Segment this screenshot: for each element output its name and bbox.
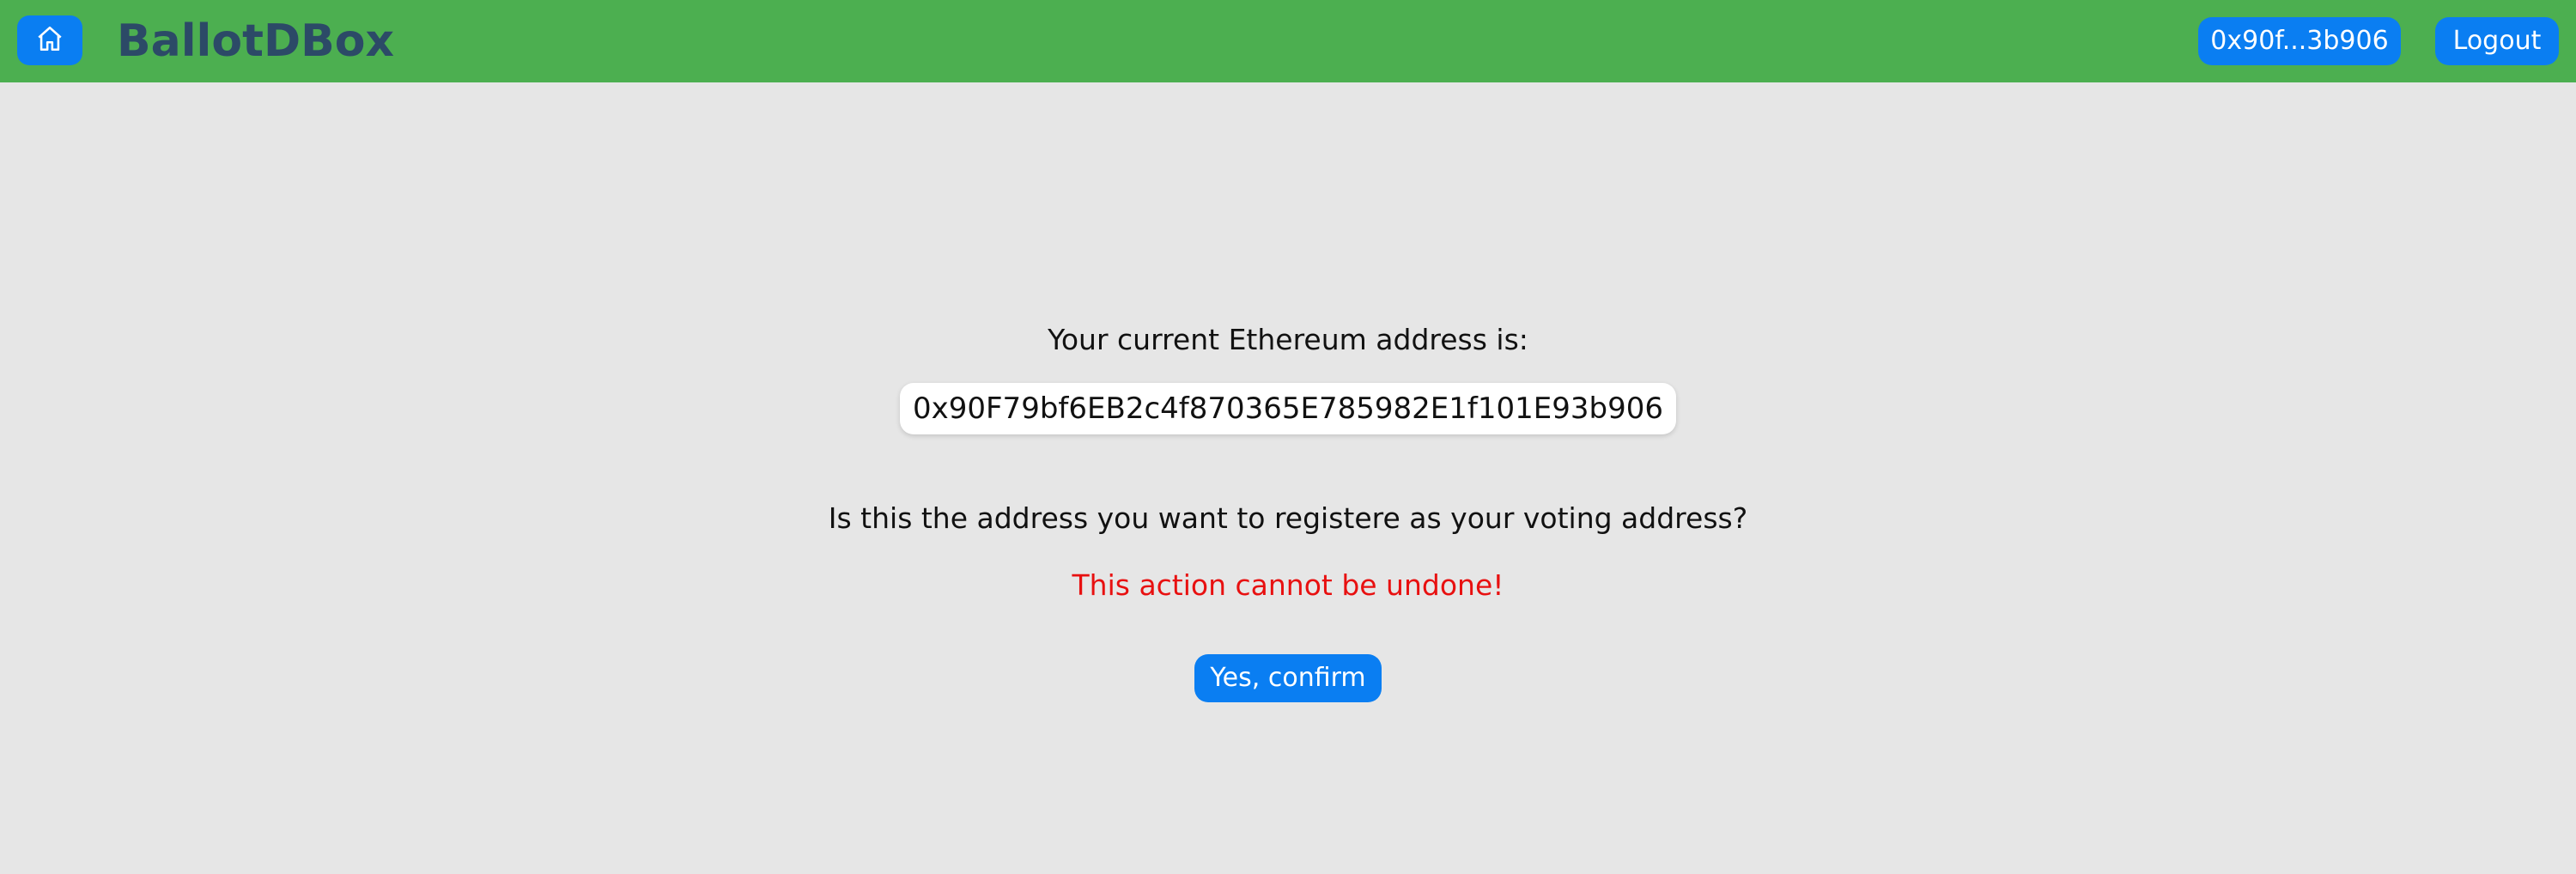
home-icon xyxy=(35,24,64,57)
brand-title: BallotDBox xyxy=(117,15,395,67)
current-address-label: Your current Ethereum address is: xyxy=(1048,323,1528,356)
home-button[interactable] xyxy=(17,15,82,65)
confirm-button[interactable]: Yes, confirm xyxy=(1194,654,1382,702)
confirmation-question: Is this the address you want to register… xyxy=(828,501,1748,535)
account-address-button[interactable]: 0x90f...3b906 xyxy=(2198,17,2401,65)
warning-text: This action cannot be undone! xyxy=(1072,568,1504,602)
ethereum-address-display: 0x90F79bf6EB2c4f870365E785982E1f101E93b9… xyxy=(900,383,1676,434)
logout-button[interactable]: Logout xyxy=(2435,17,2559,65)
navbar: BallotDBox 0x90f...3b906 Logout xyxy=(0,0,2576,82)
